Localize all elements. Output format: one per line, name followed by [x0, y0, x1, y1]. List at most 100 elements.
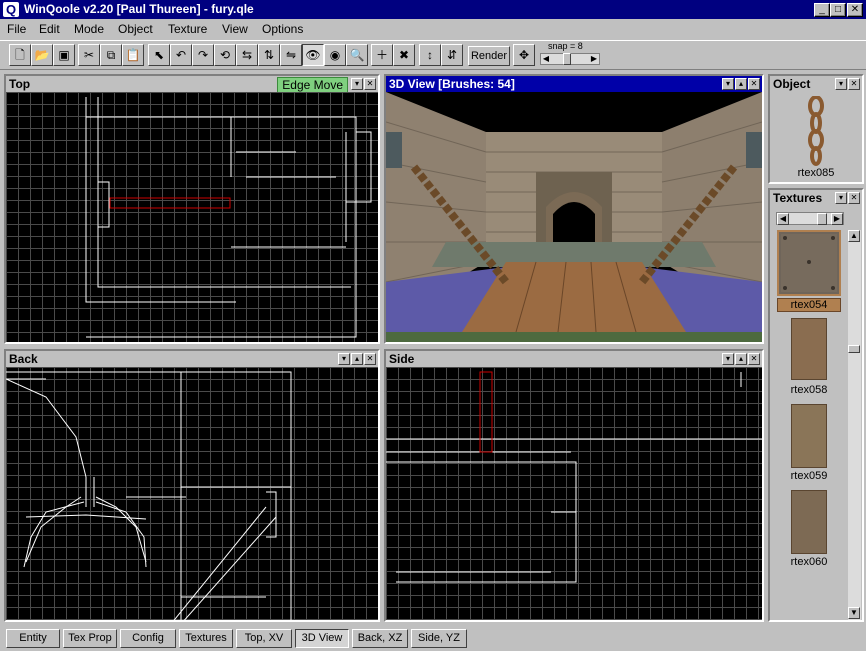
- menu-view[interactable]: View: [221, 21, 249, 37]
- menu-file[interactable]: File: [6, 21, 27, 37]
- back-view-minimize-button[interactable]: ▾: [338, 353, 350, 365]
- copy-icon[interactable]: ⧉: [100, 44, 122, 66]
- snap-right-arrow-icon[interactable]: ▶: [589, 54, 599, 64]
- scroll-down-arrow-icon[interactable]: ▼: [848, 607, 860, 619]
- tab-textures[interactable]: Textures: [179, 629, 233, 648]
- scroll-right-arrow-icon[interactable]: ▶: [831, 213, 843, 225]
- rotate-vertical-icon[interactable]: ⟲: [214, 44, 236, 66]
- menu-mode[interactable]: Mode: [73, 21, 105, 37]
- back-view-pane: Back ▾ ▴ ✕: [4, 349, 380, 622]
- selected-brush[interactable]: [109, 197, 231, 209]
- menu-object[interactable]: Object: [117, 21, 154, 37]
- textures-vertical-scrollbar[interactable]: ▲ ▼: [848, 230, 861, 620]
- texture-rtex054[interactable]: [777, 230, 841, 296]
- side-view-grid[interactable]: [386, 367, 762, 620]
- eye-alt-view-icon[interactable]: ◉: [324, 44, 346, 66]
- move-cross-icon[interactable]: ✥: [513, 44, 535, 66]
- menu-edit[interactable]: Edit: [38, 21, 61, 37]
- object-name-label: rtex085: [797, 167, 835, 179]
- eye-view-icon[interactable]: 👁: [302, 44, 324, 66]
- flip-horizontal-icon[interactable]: ⇆: [236, 44, 258, 66]
- textures-panel: Textures ▾ ✕ ◀ ▶ ▲ ▼ rtex054 rtex058 rte…: [768, 188, 864, 622]
- add-brush-icon[interactable]: ＋: [371, 44, 393, 66]
- render-button[interactable]: Render: [468, 46, 510, 66]
- new-file-icon[interactable]: 🗋: [9, 44, 31, 66]
- paste-icon[interactable]: 📋: [122, 44, 144, 66]
- side-view-pane: Side ▾ ▴ ✕: [384, 349, 764, 622]
- textures-panel-close-button[interactable]: ✕: [848, 192, 860, 204]
- flip-vertical-icon[interactable]: ⇅: [258, 44, 280, 66]
- snap-left-arrow-icon[interactable]: ◀: [541, 54, 551, 64]
- side-view-header: Side ▾ ▴ ✕: [386, 351, 762, 367]
- close-button[interactable]: ✕: [847, 3, 863, 17]
- snap-slider-thumb[interactable]: [563, 53, 571, 65]
- select-tool-icon[interactable]: ⬉: [148, 44, 170, 66]
- side-view-maximize-button[interactable]: ▴: [735, 353, 747, 365]
- texture-rtex059[interactable]: [791, 404, 827, 468]
- textures-panel-minimize-button[interactable]: ▾: [835, 192, 847, 204]
- menu-options[interactable]: Options: [261, 21, 304, 37]
- scroll-up-arrow-icon[interactable]: ▲: [848, 230, 860, 242]
- back-view-grid[interactable]: [6, 367, 378, 620]
- save-file-icon[interactable]: ▣: [53, 44, 75, 66]
- 3d-view-maximize-button[interactable]: ▴: [735, 78, 747, 90]
- top-view-pane: Top ▾ ✕ Edge Move: [4, 74, 380, 344]
- texture-rtex058[interactable]: [791, 318, 827, 380]
- window-title: WinQoole v2.20 [Paul Thureen] - fury.qle: [24, 2, 254, 16]
- object-panel-close-button[interactable]: ✕: [848, 78, 860, 90]
- textures-horizontal-scrollbar[interactable]: ◀ ▶: [776, 212, 844, 225]
- menu-texture[interactable]: Texture: [167, 21, 208, 37]
- rotate-right-icon[interactable]: ↷: [192, 44, 214, 66]
- minimize-button[interactable]: _: [814, 3, 830, 17]
- top-view-close-button[interactable]: ✕: [364, 78, 376, 90]
- texture-rtex060[interactable]: [791, 490, 827, 554]
- 3d-scene-render: [386, 92, 762, 342]
- top-view-minimize-button[interactable]: ▾: [351, 78, 363, 90]
- 3d-view-title: 3D View [Brushes: 54]: [389, 77, 515, 91]
- delete-brush-icon[interactable]: ✖: [393, 44, 415, 66]
- tab-back-xz[interactable]: Back, XZ: [352, 629, 408, 648]
- toolbar: 🗋 📂 ▣ ✂ ⧉ 📋 ⬉ ↶ ↷ ⟲ ⇆ ⇅ ⇋ 👁 ◉ 🔍 ＋ ✖ ↕ ⇵ …: [0, 40, 866, 70]
- texture-align-icon[interactable]: ↕: [419, 44, 441, 66]
- top-view-title: Top: [9, 77, 31, 91]
- chain-object-preview[interactable]: [806, 95, 826, 166]
- top-view-grid[interactable]: [6, 92, 378, 342]
- texture-scale-icon[interactable]: ⇵: [441, 44, 463, 66]
- textures-vscroll-thumb[interactable]: [848, 345, 860, 353]
- back-view-close-button[interactable]: ✕: [364, 353, 376, 365]
- texture-label-rtex060: rtex060: [790, 556, 828, 568]
- open-file-icon[interactable]: 📂: [31, 44, 53, 66]
- side-view-minimize-button[interactable]: ▾: [722, 353, 734, 365]
- rotate-left-icon[interactable]: ↶: [170, 44, 192, 66]
- tab-3d-view[interactable]: 3D View: [295, 629, 349, 648]
- tab-entity[interactable]: Entity: [6, 629, 60, 648]
- snap-slider[interactable]: ◀ ▶: [540, 53, 600, 65]
- app-icon[interactable]: Q: [3, 2, 19, 17]
- tab-top-xv[interactable]: Top, XV: [236, 629, 292, 648]
- back-view-header: Back ▾ ▴ ✕: [6, 351, 378, 367]
- scroll-left-arrow-icon[interactable]: ◀: [777, 213, 789, 225]
- cut-icon[interactable]: ✂: [78, 44, 100, 66]
- maximize-button[interactable]: □: [830, 3, 846, 17]
- texture-label-rtex059: rtex059: [790, 470, 828, 482]
- side-view-close-button[interactable]: ✕: [748, 353, 760, 365]
- bottom-tab-bar: Entity Tex Prop Config Textures Top, XV …: [0, 626, 866, 651]
- 3d-view-minimize-button[interactable]: ▾: [722, 78, 734, 90]
- 3d-view-pane: 3D View [Brushes: 54] ▾ ▴ ✕: [384, 74, 764, 344]
- textures-hscroll-thumb[interactable]: [817, 213, 827, 225]
- side-selected-brush[interactable]: [479, 371, 493, 453]
- back-view-maximize-button[interactable]: ▴: [351, 353, 363, 365]
- edge-move-badge: Edge Move: [277, 77, 348, 93]
- tab-config[interactable]: Config: [120, 629, 176, 648]
- tab-side-yz[interactable]: Side, YZ: [411, 629, 467, 648]
- top-view-brushes: [85, 97, 372, 338]
- 3d-view-close-button[interactable]: ✕: [748, 78, 760, 90]
- zoom-icon[interactable]: 🔍: [346, 44, 368, 66]
- textures-panel-title: Textures: [773, 191, 823, 205]
- 3d-render-viewport[interactable]: [386, 92, 762, 342]
- object-panel-minimize-button[interactable]: ▾: [835, 78, 847, 90]
- object-panel-title: Object: [773, 77, 811, 91]
- menu-bar: File Edit Mode Object Texture View Optio…: [0, 19, 866, 39]
- tab-tex-prop[interactable]: Tex Prop: [63, 629, 117, 648]
- mirror-icon[interactable]: ⇋: [280, 44, 302, 66]
